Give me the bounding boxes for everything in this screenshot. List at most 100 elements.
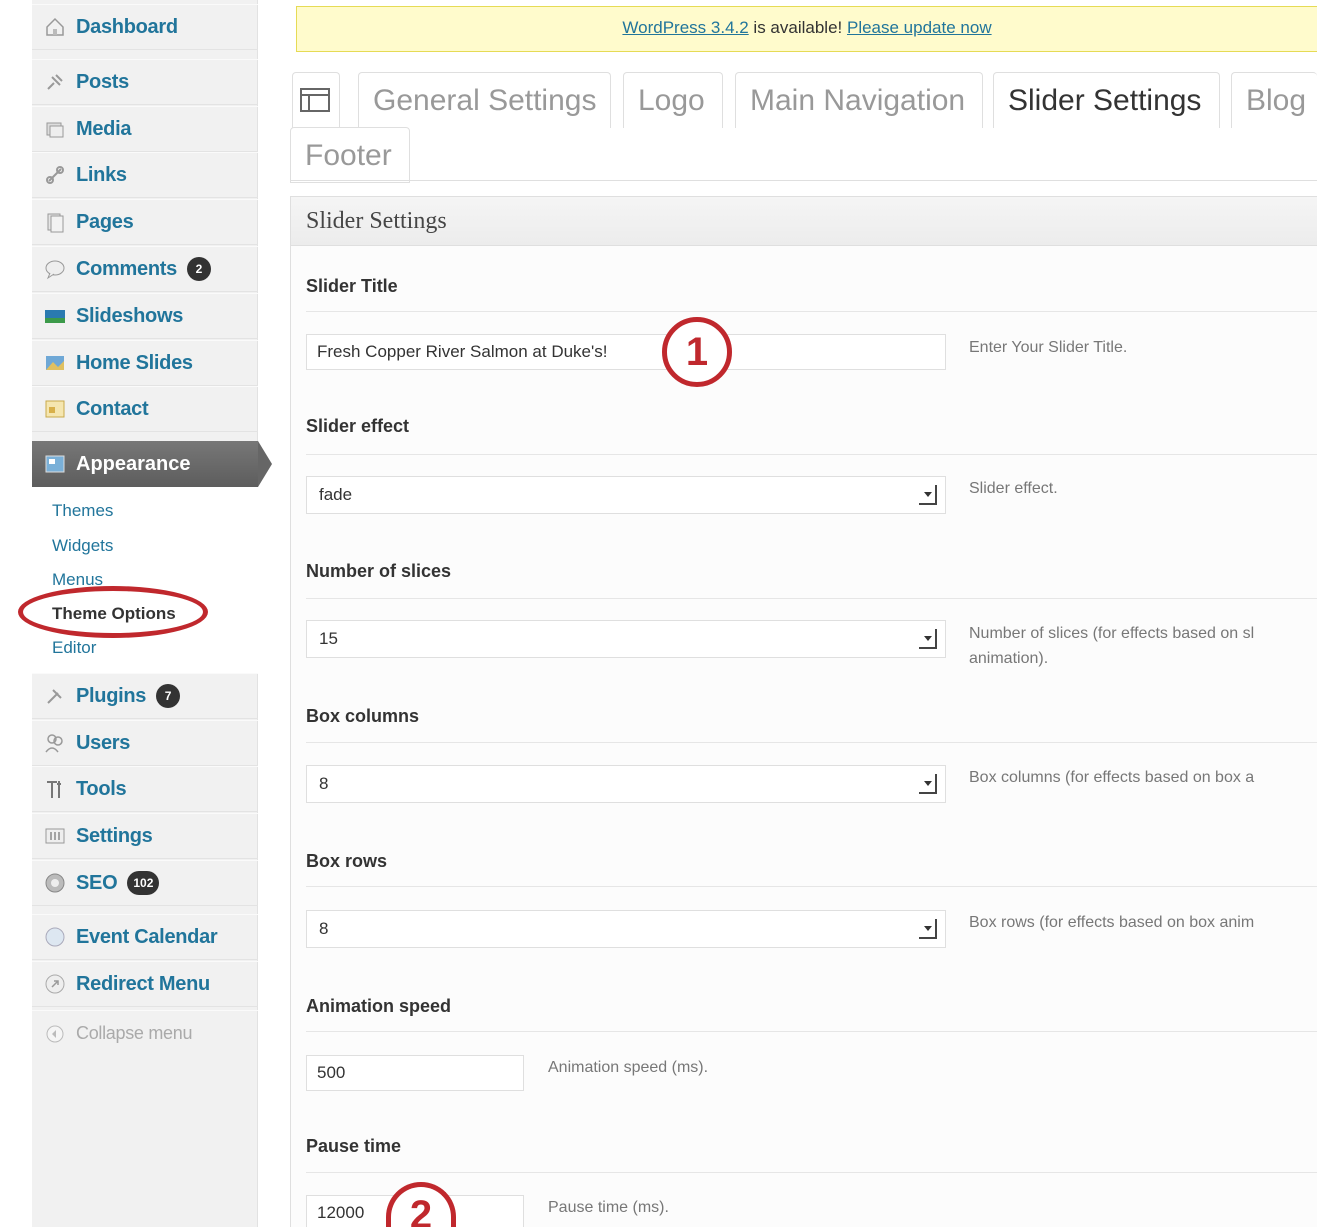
tab-blog[interactable]: Blog	[1231, 72, 1317, 128]
slices-description-line2: animation).	[969, 650, 1049, 667]
menu-comments[interactable]: Comments 2	[32, 246, 258, 292]
menu-slideshows[interactable]: Slideshows	[32, 293, 258, 339]
submenu-widgets[interactable]: Widgets	[52, 536, 113, 556]
pause-time-label: Pause time	[306, 1136, 402, 1156]
dropdown-arrow-icon	[919, 919, 937, 939]
menu-label: SEO	[76, 871, 118, 894]
box-columns-label: Box columns	[306, 706, 420, 726]
seo-count-badge: 102	[127, 871, 160, 895]
menu-pages[interactable]: Pages	[32, 199, 258, 245]
theme-options-highlight-ring	[18, 586, 208, 638]
slider-effect-description: Slider effect.	[969, 480, 1058, 497]
box-rows-label: Box rows	[306, 851, 388, 871]
slider-effect-select[interactable]: fade	[306, 476, 946, 514]
animation-speed-label: Animation speed	[306, 996, 452, 1016]
users-icon	[44, 732, 66, 754]
update-notice: WordPress 3.4.2 is available! Please upd…	[296, 6, 1317, 52]
menu-label: Home Slides	[76, 351, 193, 374]
comments-count-badge: 2	[186, 257, 211, 281]
menu-plugins[interactable]: Plugins 7	[32, 673, 258, 719]
image-icon	[44, 352, 66, 374]
menu-seo[interactable]: SEO 102	[32, 860, 258, 906]
menu-label: Posts	[76, 70, 129, 93]
seo-icon	[44, 872, 66, 894]
slices-label: Number of slices	[306, 561, 452, 581]
menu-media[interactable]: Media	[32, 106, 258, 152]
menu-label: Contact	[76, 397, 149, 420]
menu-label: Links	[76, 163, 127, 186]
box-rows-description: Box rows (for effects based on box anim	[969, 914, 1255, 931]
menu-appearance[interactable]: Appearance	[32, 441, 272, 487]
menu-redirect-menu[interactable]: Redirect Menu	[32, 961, 258, 1007]
tab-logo[interactable]: Logo	[623, 72, 723, 128]
animation-speed-description: Animation speed (ms).	[548, 1059, 709, 1076]
tab-general-settings[interactable]: General Settings	[358, 72, 611, 128]
menu-dashboard[interactable]: Dashboard	[32, 4, 258, 50]
slices-select[interactable]: 15	[306, 620, 946, 658]
submenu-editor[interactable]: Editor	[52, 638, 96, 658]
slider-title-description: Enter Your Slider Title.	[969, 339, 1128, 356]
settings-icon	[44, 825, 66, 847]
comment-icon	[44, 258, 66, 280]
section-title: Slider Settings	[290, 196, 1317, 246]
box-rows-select[interactable]: 8	[306, 910, 946, 948]
menu-links[interactable]: Links	[32, 152, 258, 198]
field-separator	[306, 1031, 1317, 1032]
menu-label: Redirect Menu	[76, 972, 210, 995]
redirect-icon	[44, 973, 66, 995]
menu-label: Users	[76, 731, 131, 754]
menu-users[interactable]: Users	[32, 720, 258, 766]
collapse-menu-button[interactable]: Collapse menu	[32, 1010, 258, 1056]
slices-value: 15	[319, 629, 338, 648]
field-separator	[306, 311, 1317, 312]
menu-posts[interactable]: Posts	[32, 59, 258, 105]
field-separator	[306, 1172, 1317, 1173]
menu-label: Plugins	[76, 684, 147, 707]
slider-title-label: Slider Title	[306, 276, 398, 296]
tabs-divider	[290, 180, 1317, 181]
version-link[interactable]: WordPress 3.4.2	[622, 18, 748, 37]
menu-settings[interactable]: Settings	[32, 813, 258, 859]
dropdown-arrow-icon	[919, 774, 937, 794]
menu-label: Settings	[76, 824, 153, 847]
link-icon	[44, 164, 66, 186]
box-columns-select[interactable]: 8	[306, 765, 946, 803]
pin-icon	[44, 71, 66, 93]
tab-slider-settings[interactable]: Slider Settings	[993, 72, 1220, 128]
menu-tools[interactable]: Tools	[32, 766, 258, 812]
field-separator	[306, 454, 1317, 455]
appearance-icon	[44, 453, 66, 475]
menu-contact[interactable]: Contact	[32, 386, 258, 432]
menu-label: Media	[76, 117, 132, 140]
dropdown-arrow-icon	[919, 485, 937, 505]
menu-event-calendar[interactable]: Event Calendar	[32, 914, 258, 960]
menu-label: Collapse menu	[76, 1023, 193, 1043]
tools-icon	[44, 778, 66, 800]
slider-title-input[interactable]: Fresh Copper River Salmon at Duke's!	[306, 334, 946, 370]
menu-label: Pages	[76, 210, 134, 233]
media-icon	[44, 118, 66, 140]
pages-icon	[44, 211, 66, 233]
plugins-count-badge: 7	[156, 684, 181, 708]
callout-number-1: 1	[662, 317, 732, 387]
theme-options-tab-icon	[292, 72, 340, 128]
menu-label: Event Calendar	[76, 925, 218, 948]
box-columns-description: Box columns (for effects based on box a	[969, 769, 1255, 786]
contact-icon	[44, 398, 66, 420]
plug-icon	[44, 685, 66, 707]
slider-effect-label: Slider effect	[306, 416, 410, 436]
slider-effect-value: fade	[319, 485, 353, 504]
tab-footer[interactable]: Footer	[290, 127, 410, 183]
animation-speed-input[interactable]: 500	[306, 1055, 524, 1091]
menu-home-slides[interactable]: Home Slides	[32, 340, 258, 386]
collapse-icon	[44, 1023, 66, 1045]
submenu-themes[interactable]: Themes	[52, 501, 113, 521]
menu-label: Slideshows	[76, 304, 184, 327]
pause-time-description: Pause time (ms).	[548, 1199, 669, 1216]
update-now-link[interactable]: Please update now	[847, 18, 992, 37]
box-rows-value: 8	[319, 919, 329, 938]
notice-text: is available!	[748, 18, 847, 37]
field-separator	[306, 742, 1317, 743]
tab-main-navigation[interactable]: Main Navigation	[735, 72, 983, 128]
appearance-submenu: Themes Widgets Menus Theme Options Edito…	[32, 487, 258, 673]
